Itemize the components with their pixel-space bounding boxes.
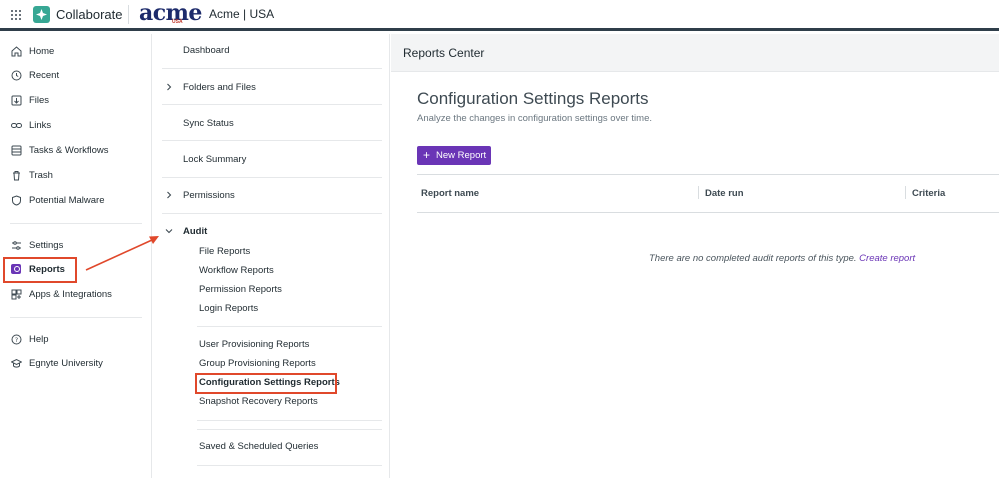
audit-item-snapshot-recovery-reports[interactable]: Snapshot Recovery Reports: [199, 394, 318, 410]
link-icon: [10, 119, 22, 131]
nav-divider: [10, 223, 142, 224]
nav-item-home[interactable]: Home: [0, 40, 152, 62]
nav-item-label: Home: [29, 45, 55, 57]
apps-integrations-icon: [10, 288, 22, 300]
menu-item-sync-status[interactable]: Sync Status: [152, 113, 382, 133]
main-header-title: Reports Center: [403, 46, 485, 60]
menu-item-label: Folders and Files: [183, 81, 256, 93]
column-divider: [905, 186, 906, 199]
chevron-right-icon: [167, 191, 172, 199]
nav-item-egnyte-university[interactable]: Egnyte University: [0, 352, 152, 374]
topbar-divider: [128, 5, 129, 24]
nav-item-links[interactable]: Links: [0, 114, 152, 136]
top-bar: Collaborate acme USA Acme | USA: [0, 0, 999, 31]
nav-item-help[interactable]: ? Help: [0, 328, 152, 350]
new-report-label: New Report: [436, 150, 487, 161]
audit-item-workflow-reports[interactable]: Workflow Reports: [199, 263, 274, 279]
audit-item-group-provisioning-reports[interactable]: Group Provisioning Reports: [199, 356, 316, 372]
nav-item-label: Links: [29, 119, 52, 131]
svg-text:?: ?: [14, 336, 17, 344]
nav-item-trash[interactable]: Trash: [0, 164, 152, 186]
files-icon: [10, 94, 22, 106]
nav-item-label: Help: [29, 333, 49, 345]
nav-item-label: Potential Malware: [29, 194, 105, 206]
left-nav: Home Recent Files Links Tasks & Workflow…: [0, 34, 152, 478]
nav-item-label: Egnyte University: [29, 357, 103, 369]
menu-item-lock-summary[interactable]: Lock Summary: [152, 149, 382, 169]
nav-item-label: Files: [29, 94, 50, 106]
nav-item-recent[interactable]: Recent: [0, 64, 152, 86]
menu-item-label: Sync Status: [183, 117, 234, 129]
column-divider: [698, 186, 699, 199]
nav-item-apps-integrations[interactable]: Apps & Integrations: [0, 283, 152, 305]
app-grid-icon[interactable]: [11, 10, 21, 20]
empty-state-text: There are no completed audit reports of …: [649, 253, 857, 264]
brand-name[interactable]: Collaborate: [56, 7, 123, 22]
menu-divider: [162, 140, 382, 141]
graduation-cap-icon: [10, 357, 22, 369]
collaborate-logo-icon[interactable]: [33, 6, 50, 23]
menu-divider: [197, 429, 382, 430]
menu-item-label: Permissions: [183, 189, 235, 201]
config-reports-highlight-box: [195, 373, 337, 394]
empty-state-message: There are no completed audit reports of …: [649, 253, 915, 264]
main-header: Reports Center: [391, 34, 999, 72]
menu-item-label: Dashboard: [183, 44, 230, 56]
tasks-icon: [10, 144, 22, 156]
new-report-button[interactable]: + New Report: [417, 146, 491, 165]
plus-icon: +: [423, 148, 431, 162]
menu-item-label: Lock Summary: [183, 153, 247, 165]
audit-item-user-provisioning-reports[interactable]: User Provisioning Reports: [199, 337, 309, 353]
main-content: Reports Center Configuration Settings Re…: [391, 34, 999, 478]
nav-item-label: Apps & Integrations: [29, 288, 112, 300]
nav-item-label: Recent: [29, 69, 60, 81]
audit-item-login-reports[interactable]: Login Reports: [199, 301, 258, 317]
acme-logo-sub: USA: [172, 19, 183, 25]
column-header-report-name[interactable]: Report name: [421, 188, 479, 199]
audit-item-permission-reports[interactable]: Permission Reports: [199, 282, 282, 298]
menu-divider: [197, 420, 382, 421]
home-icon: [10, 45, 22, 57]
column-header-date-run[interactable]: Date run: [705, 188, 744, 199]
menu-divider: [162, 104, 382, 105]
nav-item-potential-malware[interactable]: Potential Malware: [0, 189, 152, 211]
menu-item-permissions[interactable]: Permissions: [152, 185, 382, 205]
nav-item-label: Trash: [29, 169, 53, 181]
trash-icon: [10, 169, 22, 181]
nav-item-tasks[interactable]: Tasks & Workflows: [0, 139, 152, 161]
nav-item-files[interactable]: Files: [0, 89, 152, 111]
create-report-link[interactable]: Create report: [859, 253, 915, 264]
clock-icon: [10, 69, 22, 81]
page-title: Configuration Settings Reports: [417, 89, 649, 108]
reports-highlight-box: [3, 257, 77, 283]
menu-divider: [197, 465, 382, 466]
menu-divider: [197, 326, 382, 327]
nav-item-label: Settings: [29, 239, 64, 251]
reports-menu-panel: Dashboard Folders and Files Sync Status …: [152, 34, 390, 478]
nav-item-label: Tasks & Workflows: [29, 144, 109, 156]
audit-item-file-reports[interactable]: File Reports: [199, 244, 250, 260]
sliders-icon: [10, 239, 22, 251]
audit-item-saved-scheduled-queries[interactable]: Saved & Scheduled Queries: [199, 439, 318, 455]
menu-divider: [162, 177, 382, 178]
menu-divider: [162, 68, 382, 69]
help-icon: ?: [10, 333, 22, 345]
acme-logo: acme: [139, 0, 202, 26]
shield-icon: [10, 194, 22, 206]
column-header-criteria[interactable]: Criteria: [912, 188, 945, 199]
nav-divider: [10, 317, 142, 318]
menu-item-dashboard[interactable]: Dashboard: [152, 40, 382, 60]
tenant-name: Acme | USA: [209, 7, 275, 21]
table-header-border: [417, 212, 999, 213]
chevron-down-icon: [165, 229, 173, 234]
nav-item-settings[interactable]: Settings: [0, 234, 152, 256]
menu-item-folders-and-files[interactable]: Folders and Files: [152, 77, 382, 97]
menu-divider: [162, 213, 382, 214]
page-subtitle: Analyze the changes in configuration set…: [417, 113, 652, 124]
menu-item-label: Audit: [183, 225, 208, 237]
menu-item-audit[interactable]: Audit: [152, 221, 382, 241]
chevron-right-icon: [167, 83, 172, 91]
table-top-border: [417, 174, 999, 175]
